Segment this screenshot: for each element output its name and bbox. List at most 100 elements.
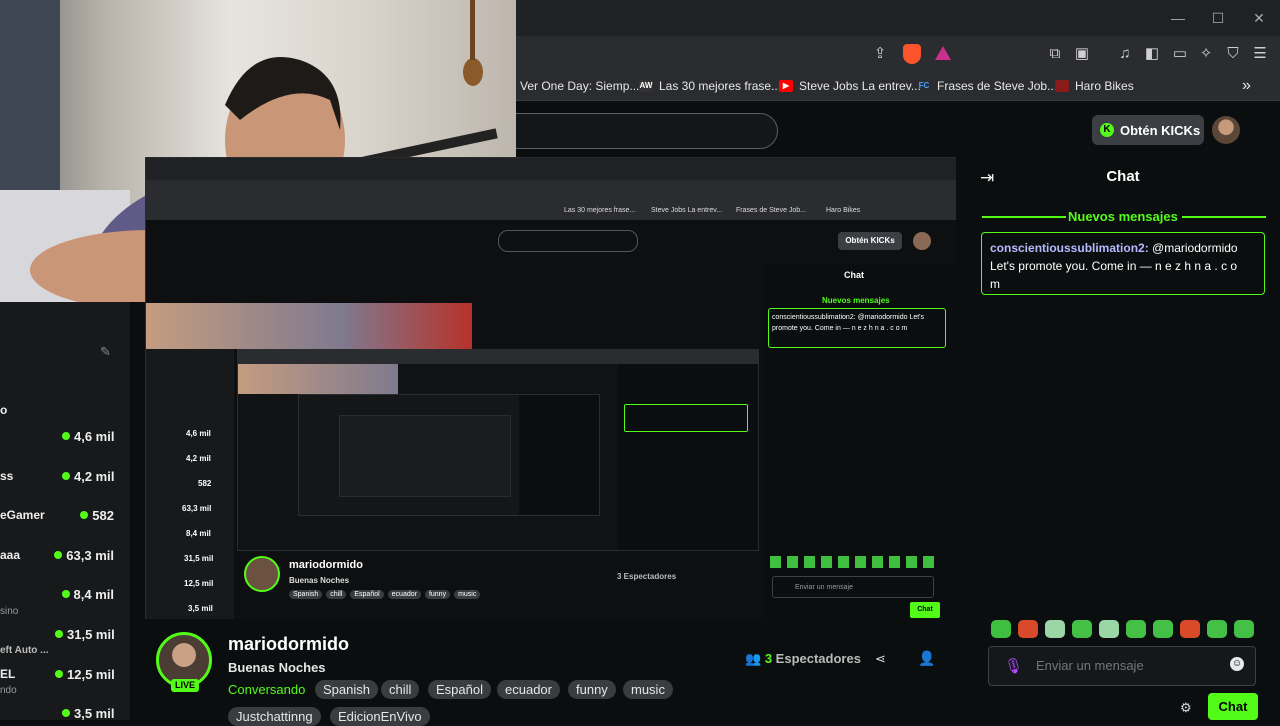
sidebar-channel-name[interactable]: ss (0, 469, 13, 483)
live-dot-icon (55, 670, 63, 678)
mirror-chat-header: Chat (844, 270, 864, 280)
maximize-button[interactable]: ☐ (1203, 8, 1233, 28)
new-messages-divider-right (1182, 216, 1266, 218)
live-dot-icon (62, 709, 70, 717)
count-text: 12,5 mil (67, 667, 115, 682)
emote-icon[interactable] (1153, 620, 1173, 638)
mirror-channel-avatar (244, 556, 280, 592)
count-text: 4,2 mil (74, 469, 115, 484)
search-input[interactable] (480, 113, 778, 149)
emote-icon[interactable] (1126, 620, 1146, 638)
tag-music[interactable]: music (623, 680, 673, 699)
mirror-tag: chill (326, 590, 347, 599)
tag-funny[interactable]: funny (568, 680, 616, 699)
bookmark-item[interactable]: ▶ Steve Jobs La entrev... (779, 78, 921, 94)
sidebar-viewer-count: 63,3 mil (53, 548, 114, 563)
emoji-picker-icon[interactable]: ☺ (1230, 657, 1244, 671)
tag-espanol[interactable]: Español (428, 680, 491, 699)
tag-chill[interactable]: chill (381, 680, 420, 699)
live-badge: LIVE (171, 679, 199, 692)
follow-user-icon[interactable]: 👤 (918, 650, 936, 668)
bookmark-item[interactable]: AW Las 30 mejores frase... (639, 78, 781, 94)
close-window-button[interactable]: ✕ (1244, 8, 1274, 28)
mirror-tags: Spanish chill Español ecuador funny musi… (289, 590, 481, 599)
emote-icon[interactable] (1234, 620, 1254, 638)
count-text: 582 (92, 508, 114, 523)
sidebar-viewer-count: 31,5 mil (55, 627, 115, 642)
emote-icon[interactable] (991, 620, 1011, 638)
haro-favicon-icon (1055, 80, 1069, 92)
extensions-icon[interactable]: ⧉ (1045, 44, 1065, 64)
tag-justchattinng[interactable]: Justchattinng (228, 707, 321, 726)
mirror-bookmark: Haro Bikes (826, 207, 861, 214)
wallet-icon[interactable]: ▭ (1170, 44, 1190, 64)
viewers-icon: 👥 (745, 651, 762, 666)
sidebar-viewer-count: 12,5 mil (55, 667, 115, 682)
mirror-sidebar: 4,6 mil 4,2 mil 582 63,3 mil 8,4 mil 31,… (146, 349, 234, 619)
menu-icon[interactable]: ☰ (1250, 44, 1270, 64)
bookmark-item[interactable]: Ver One Day: Siemp... (520, 78, 639, 94)
emote-icon[interactable] (1018, 620, 1038, 638)
stream-category[interactable]: Conversando (228, 682, 305, 697)
new-messages-divider-left (982, 216, 1066, 218)
bookmark-label: Steve Jobs La entrev... (799, 79, 921, 93)
emote-icon[interactable] (1207, 620, 1227, 638)
live-dot-icon (80, 511, 89, 519)
sidebar-channel-category: sino (0, 606, 19, 617)
mirror-tag: Spanish (289, 590, 323, 599)
sidebar-channel-name[interactable]: aaa (0, 548, 20, 562)
bookmarks-overflow-button[interactable]: » (1242, 77, 1251, 94)
mirror-sidebar-count: 4,2 mil (186, 454, 211, 463)
nested-toolbar (238, 350, 758, 364)
brave-shields-icon[interactable] (903, 44, 921, 64)
emote-icon[interactable] (1045, 620, 1065, 638)
emote-icon[interactable] (1072, 620, 1092, 638)
tag-edicionenvivo[interactable]: EdicionEnVivo (330, 707, 430, 726)
share-page-icon[interactable]: ⇪ (870, 44, 890, 64)
mirror-sidebar-count: 4,6 mil (186, 429, 211, 438)
mirror-sidebar-count: 8,4 mil (186, 529, 211, 538)
mirror-deepest-frame (339, 415, 511, 497)
sidebar-viewer-count: 3,5 mil (62, 706, 114, 721)
bookmark-item[interactable]: FC Frases de Steve Job... (917, 78, 1057, 94)
emote-icon[interactable] (1099, 620, 1119, 638)
minimize-button[interactable]: — (1163, 8, 1193, 28)
stream-video-player[interactable]: Las 30 mejores frase... Steve Jobs La en… (145, 157, 956, 619)
sidebar-channel-name[interactable]: o (0, 403, 7, 417)
collapse-chat-icon[interactable]: ⇥ (980, 168, 998, 187)
chat-header: Chat (1106, 168, 1140, 185)
tag-ecuador[interactable]: ecuador (497, 680, 560, 699)
sidebar-channel-name[interactable]: EL (0, 667, 15, 681)
share-icon[interactable]: ⋖ (875, 651, 891, 667)
mirror-tag: music (454, 590, 481, 599)
mirror-bookmark: Frases de Steve Job... (736, 207, 807, 214)
live-dot-icon (61, 590, 70, 598)
emote-icon[interactable] (1180, 620, 1200, 638)
user-avatar[interactable] (1212, 116, 1240, 144)
nested-chat (618, 364, 758, 550)
sidebar-toggle-icon[interactable]: ◧ (1142, 44, 1162, 64)
chat-settings-icon[interactable]: ⚙ (1180, 700, 1192, 715)
bookmark-item[interactable]: Haro Bikes (1055, 78, 1134, 94)
vpn-icon[interactable]: ⛉ (1223, 44, 1243, 64)
send-chat-button[interactable]: Chat (1208, 693, 1258, 720)
microphone-icon[interactable]: 🎙 (1004, 657, 1023, 675)
new-messages-label: Nuevos mensajes (1068, 209, 1178, 224)
chat-message-username[interactable]: conscientioussublimation2: (990, 241, 1149, 255)
mirror-new-messages: Nuevos mensajes (822, 296, 890, 305)
chat-message-input[interactable] (1034, 657, 1218, 674)
get-kicks-button[interactable]: K Obtén KICKs (1092, 115, 1204, 145)
mirror-bookmark: Las 30 mejores frase... (564, 207, 636, 214)
brave-rewards-icon[interactable] (935, 46, 951, 60)
viewers-label: Espectadores (775, 651, 861, 666)
sidebar-channel-name[interactable]: eGamer (0, 508, 45, 522)
reader-mode-icon[interactable]: ▣ (1072, 44, 1092, 64)
tag-spanish[interactable]: Spanish (315, 680, 378, 699)
mirror-chat-input: Enviar un mensaje (772, 576, 934, 598)
sidebar-viewer-count: 8,4 mil (60, 587, 114, 602)
media-icon[interactable]: ♫ (1115, 44, 1135, 64)
channel-name[interactable]: mariodormido (228, 634, 349, 655)
leo-ai-icon[interactable]: ✧ (1196, 44, 1216, 64)
mirror-nested-frame (237, 349, 759, 551)
count-text: 3,5 mil (74, 706, 115, 721)
